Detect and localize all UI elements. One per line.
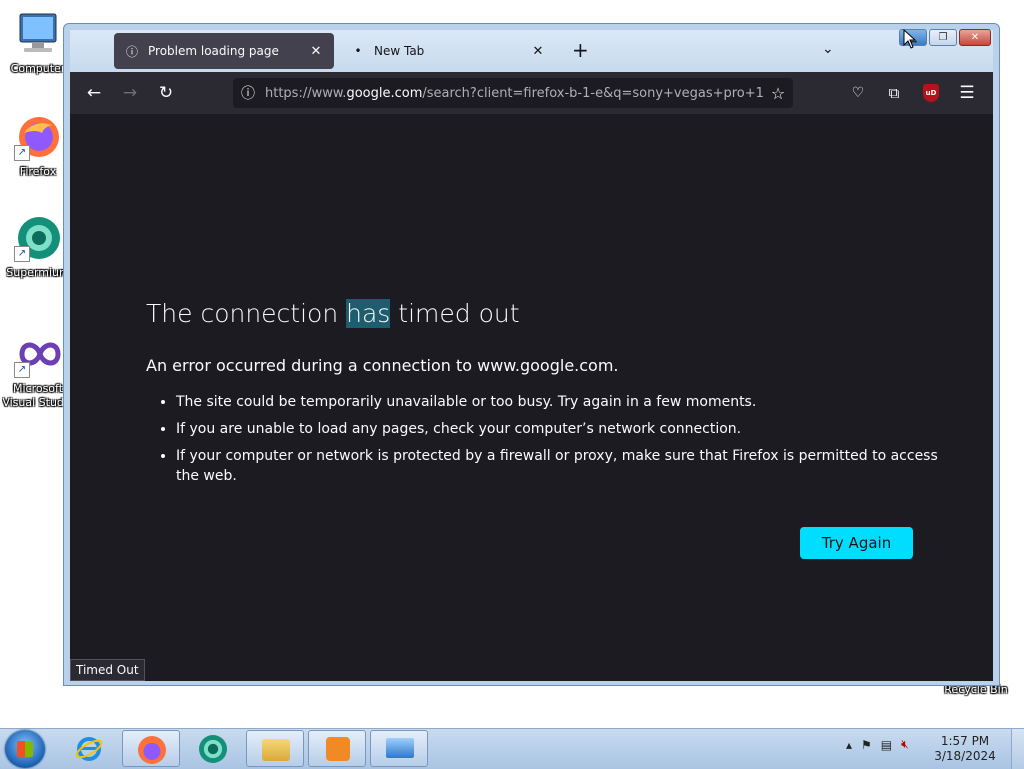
error-title: The connection has timed out bbox=[146, 299, 520, 328]
mouse-cursor-icon bbox=[903, 29, 917, 49]
taskbar-firefox[interactable] bbox=[122, 730, 180, 767]
browser-window: ⓘ Problem loading page ✕ • New Tab ✕ + ⌄… bbox=[63, 23, 1000, 686]
list-item: The site could be temporarily unavailabl… bbox=[176, 392, 956, 412]
clock[interactable]: 1:57 PM 3/18/2024 bbox=[930, 734, 1000, 764]
taskbar-file-explorer[interactable] bbox=[246, 730, 304, 767]
media-player-icon bbox=[326, 737, 350, 761]
supermium-icon: ↗ bbox=[14, 214, 62, 262]
menu-hamburger-icon[interactable]: ☰ bbox=[956, 82, 978, 104]
site-info-icon[interactable]: ⓘ bbox=[233, 83, 263, 103]
error-description: An error occurred during a connection to… bbox=[146, 356, 619, 375]
tab-new-tab[interactable]: • New Tab ✕ bbox=[340, 33, 556, 69]
pocket-icon[interactable]: ♡ bbox=[847, 82, 869, 104]
start-button[interactable] bbox=[5, 730, 45, 768]
clock-date: 3/18/2024 bbox=[934, 749, 996, 763]
show-desktop-button[interactable] bbox=[1011, 729, 1024, 769]
tab-label: Problem loading page bbox=[148, 44, 279, 58]
tab-label: New Tab bbox=[374, 44, 425, 58]
shortcut-arrow-icon: ↗ bbox=[14, 246, 30, 262]
tab-problem-loading[interactable]: ⓘ Problem loading page ✕ bbox=[114, 33, 334, 69]
remote-desktop-icon bbox=[386, 738, 414, 758]
status-bar: Timed Out bbox=[70, 659, 145, 681]
taskbar-remote-desktop[interactable] bbox=[370, 730, 428, 767]
dot-icon: • bbox=[354, 44, 362, 58]
restore-button[interactable]: ❐ bbox=[929, 29, 957, 46]
error-suggestions-list: The site could be temporarily unavailabl… bbox=[146, 392, 956, 493]
shortcut-arrow-icon: ↗ bbox=[14, 362, 30, 378]
computer-icon bbox=[14, 10, 62, 58]
close-window-button[interactable]: ✕ bbox=[959, 29, 991, 46]
taskbar-media-player[interactable] bbox=[308, 730, 366, 767]
forward-button[interactable]: → bbox=[119, 82, 141, 104]
clock-time: 1:57 PM bbox=[940, 734, 990, 748]
folder-icon bbox=[262, 739, 290, 761]
taskbar: ▴ ⚑ ▤ 🔇︎ 1:57 PM 3/18/2024 bbox=[0, 728, 1024, 769]
supermium-icon bbox=[199, 735, 227, 763]
visual-studio-icon: ↗ bbox=[14, 330, 62, 378]
firefox-icon: ↗ bbox=[14, 113, 62, 161]
url-text[interactable]: https://www.google.com/search?client=fir… bbox=[263, 86, 763, 101]
nav-bar: ← → ↻ ⓘ https://www.google.com/search?cl… bbox=[70, 72, 993, 114]
browser-chrome: ⓘ Problem loading page ✕ • New Tab ✕ + ⌄… bbox=[70, 30, 993, 681]
shortcut-arrow-icon: ↗ bbox=[14, 145, 30, 161]
list-all-tabs-chevron-icon[interactable]: ⌄ bbox=[822, 41, 834, 57]
windows-logo-icon bbox=[17, 741, 33, 757]
close-tab-icon[interactable]: ✕ bbox=[530, 44, 546, 59]
error-page: The connection has timed out An error oc… bbox=[70, 114, 993, 681]
info-icon: ⓘ bbox=[125, 44, 138, 59]
volume-muted-icon[interactable]: 🔇︎ bbox=[901, 737, 909, 752]
internet-explorer-icon bbox=[75, 737, 103, 761]
try-again-button[interactable]: Try Again bbox=[800, 527, 913, 559]
list-item: If you are unable to load any pages, che… bbox=[176, 419, 956, 439]
network-icon[interactable]: ▤ bbox=[881, 738, 892, 752]
firefox-icon bbox=[138, 736, 166, 764]
list-item: If your computer or network is protected… bbox=[176, 446, 956, 486]
close-tab-icon[interactable]: ✕ bbox=[308, 44, 324, 59]
tab-strip: ⓘ Problem loading page ✕ • New Tab ✕ + ⌄ bbox=[70, 30, 993, 72]
selected-text: has bbox=[346, 299, 391, 328]
taskbar-supermium[interactable] bbox=[184, 730, 242, 767]
ublock-origin-icon[interactable]: uD bbox=[923, 84, 939, 102]
action-center-flag-icon[interactable]: ⚑ bbox=[861, 738, 872, 752]
bookmark-star-icon[interactable]: ☆ bbox=[763, 84, 793, 103]
taskbar-internet-explorer[interactable] bbox=[60, 730, 118, 767]
reload-button[interactable]: ↻ bbox=[155, 82, 177, 104]
new-tab-button[interactable]: + bbox=[572, 40, 589, 60]
url-bar[interactable]: ⓘ https://www.google.com/search?client=f… bbox=[233, 78, 793, 108]
extensions-puzzle-icon[interactable]: ⧉ bbox=[883, 82, 905, 104]
show-hidden-icons-icon[interactable]: ▴ bbox=[846, 738, 852, 752]
system-tray: ▴ ⚑ ▤ 🔇︎ bbox=[846, 737, 909, 752]
back-button[interactable]: ← bbox=[83, 82, 105, 104]
desktop-icon-recycle-bin[interactable]: Recycle Bin bbox=[936, 683, 1016, 703]
